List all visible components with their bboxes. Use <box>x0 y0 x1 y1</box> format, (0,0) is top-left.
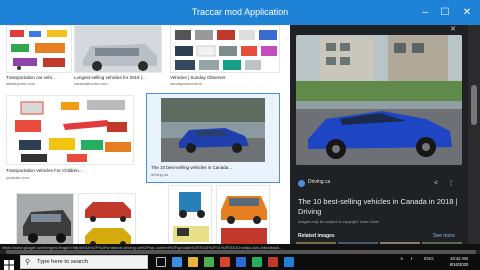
result-caption: Longest-selling vehicles for 2018 |... <box>74 75 146 80</box>
vertical-scrollbar[interactable] <box>468 25 480 246</box>
task-view-icon[interactable] <box>156 257 166 267</box>
result-source: carsandtrucks.com <box>74 81 108 86</box>
result-source: sketchpoint.com <box>6 81 35 86</box>
result-source: youtube.com <box>6 175 29 180</box>
see-more-link[interactable]: See more <box>433 233 455 239</box>
selected-result-tile[interactable]: The 10 best-selling vehicles in Canada..… <box>146 93 280 183</box>
file-explorer-icon[interactable] <box>188 257 198 267</box>
result-tile[interactable]: Transportation car vehi... sketchpoint.c… <box>6 25 72 86</box>
window-title: Traccar mod Application <box>191 7 289 17</box>
result-tile[interactable]: Transportation Vehicles For Children... … <box>6 95 134 181</box>
network-icon[interactable]: ∧ <box>400 256 403 262</box>
source-favicon-icon <box>298 180 305 187</box>
search-icon: ⚲ <box>25 259 31 266</box>
result-thumbnail <box>78 193 136 246</box>
language-indicator[interactable]: ENG <box>424 256 434 261</box>
store-icon[interactable] <box>204 257 214 267</box>
system-clock[interactable]: 10:42 AM 8/16/2020 <box>444 256 474 268</box>
close-icon[interactable]: ✕ <box>447 25 459 35</box>
image-preview-panel: ✕ Driving.ca < ⋮ The 10 best-selling veh… <box>290 25 468 246</box>
title-bar: Traccar mod Application – ☐ ✕ <box>0 0 480 25</box>
result-source: driving.ca <box>151 172 169 177</box>
result-caption: Transportation car vehi... <box>6 75 56 80</box>
result-caption: Vehicles | Sunday Observer <box>170 75 226 80</box>
close-button[interactable]: ✕ <box>458 0 476 25</box>
taskbar-search-input[interactable]: ⚲ Type here to search <box>20 255 148 269</box>
result-tile[interactable] <box>16 193 74 246</box>
result-source: sundayobserver.lk <box>170 81 203 86</box>
maximize-button[interactable]: ☐ <box>436 0 454 25</box>
minimize-button[interactable]: – <box>416 0 434 25</box>
search-placeholder: Type here to search <box>37 259 89 265</box>
scrollbar-thumb[interactable] <box>471 85 477 125</box>
image-results-grid: Transportation car vehi... sketchpoint.c… <box>0 25 290 246</box>
result-thumbnail <box>6 95 134 165</box>
preview-image[interactable] <box>296 35 462 165</box>
mail-icon[interactable] <box>236 257 246 267</box>
preview-source-link[interactable]: Driving.ca <box>308 179 330 185</box>
result-tile[interactable]: Vehicles | Sunday Observer sundayobserve… <box>170 25 280 86</box>
result-thumbnail <box>170 25 280 73</box>
edge-icon[interactable] <box>172 257 182 267</box>
related-images-heading: Related images <box>298 233 335 239</box>
share-icon[interactable]: < <box>431 179 441 189</box>
copyright-notice: Images may be subject to copyright. Lear… <box>298 220 380 224</box>
taskbar: ⚲ Type here to search ∧ ◖ ENG 10:42 AM 8… <box>0 254 480 270</box>
excel-icon[interactable] <box>252 257 262 267</box>
result-thumbnail <box>74 25 162 73</box>
result-thumbnail <box>168 185 212 246</box>
result-caption: The 10 best-selling vehicles in Canada..… <box>151 165 233 170</box>
chrome-icon[interactable] <box>220 257 230 267</box>
clock-date: 8/16/2020 <box>449 262 469 267</box>
result-thumbnail <box>216 185 270 246</box>
result-thumbnail <box>16 193 74 246</box>
result-tile[interactable] <box>216 185 270 246</box>
result-tile[interactable] <box>78 193 136 246</box>
result-thumbnail <box>6 25 72 73</box>
traccar-app-icon[interactable] <box>284 257 294 267</box>
app-icon[interactable] <box>268 257 278 267</box>
result-tile[interactable]: Longest-selling vehicles for 2018 |... c… <box>74 25 162 86</box>
windows-start-icon[interactable] <box>4 257 14 270</box>
more-icon[interactable]: ⋮ <box>446 179 456 189</box>
result-tile[interactable] <box>168 185 212 246</box>
result-thumbnail <box>161 98 265 162</box>
volume-icon[interactable]: ◖ <box>410 256 413 261</box>
result-caption: Transportation Vehicles For Children... <box>6 168 83 173</box>
preview-title-link[interactable]: The 10 best-selling vehicles in Canada i… <box>298 197 458 217</box>
